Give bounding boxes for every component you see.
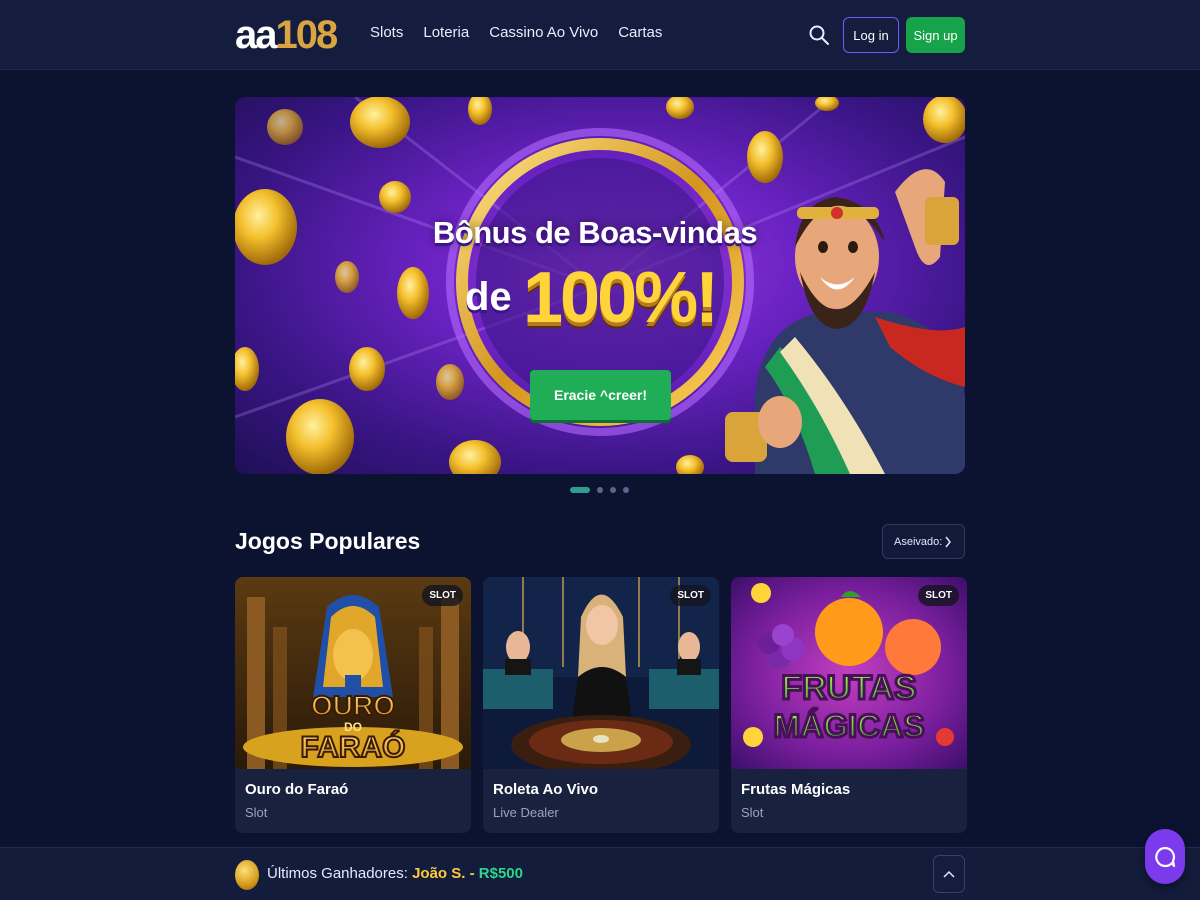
game-cards: OURO DO FARAÓ SLOT Ouro do Faraó Slot SL… bbox=[235, 577, 967, 833]
game-category: Slot bbox=[245, 805, 268, 820]
game-title: Ouro do Faraó bbox=[245, 781, 349, 798]
main-nav: Slots Loteria Cassino Ao Vivo Cartas bbox=[370, 24, 662, 41]
slot-badge: SLOT bbox=[918, 585, 959, 606]
game-title: Frutas Mágicas bbox=[741, 781, 851, 798]
art-text-farao: FARAÓ bbox=[301, 730, 406, 764]
game-card-ouro-do-farao[interactable]: OURO DO FARAÓ SLOT Ouro do Faraó Slot bbox=[235, 577, 471, 833]
nav-item-cassino-ao-vivo[interactable]: Cassino Ao Vivo bbox=[489, 24, 598, 41]
nav-item-loteria[interactable]: Loteria bbox=[423, 24, 469, 41]
art-text-frutas: FRUTAS bbox=[781, 669, 916, 707]
slot-badge: SLOT bbox=[422, 585, 463, 606]
winner-amount: R$500 bbox=[478, 865, 523, 882]
promo-banner[interactable]: Bônus de Boas-vindas de 100%! Eracie ^cr… bbox=[235, 97, 965, 474]
carousel-dot-2[interactable] bbox=[597, 487, 603, 493]
banner-title: Bônus de Boas-vindas bbox=[432, 215, 758, 250]
top-header: aa 108 Slots Loteria Cassino Ao Vivo Cart… bbox=[0, 0, 1200, 70]
coin-icon bbox=[235, 860, 259, 890]
winner-name: João S. bbox=[412, 865, 466, 882]
chat-icon bbox=[1155, 846, 1176, 867]
game-category: Slot bbox=[741, 805, 764, 820]
banner-percent: 100%! bbox=[523, 258, 719, 338]
see-all-label: Aseivado: bbox=[894, 535, 943, 548]
scroll-top-button[interactable] bbox=[933, 855, 965, 893]
game-category: Live Dealer bbox=[493, 805, 559, 820]
carousel-dot-1[interactable] bbox=[570, 487, 590, 493]
carousel-dot-3[interactable] bbox=[610, 487, 616, 493]
recent-winners-text: Últimos Ganhadores: João S. - R$500 bbox=[267, 865, 523, 882]
nav-item-cartas[interactable]: Cartas bbox=[618, 24, 662, 41]
slot-badge: SLOT bbox=[670, 585, 711, 606]
section-title-popular: Jogos Populares bbox=[235, 528, 421, 554]
banner-cta-button[interactable]: Eracie ^creer! bbox=[530, 370, 671, 420]
art-text-magicas: MÁGICAS bbox=[773, 708, 924, 744]
chat-button[interactable] bbox=[1145, 829, 1185, 884]
carousel-dots bbox=[570, 487, 629, 493]
logo-text-right: 108 bbox=[275, 12, 339, 57]
login-button[interactable]: Log in bbox=[843, 17, 899, 53]
chevron-up-icon bbox=[943, 870, 955, 878]
winner-separator: - bbox=[469, 865, 475, 882]
game-title: Roleta Ao Vivo bbox=[493, 781, 599, 798]
chevron-right-icon bbox=[945, 536, 951, 547]
winners-label: Últimos Ganhadores: bbox=[267, 865, 408, 882]
see-all-button[interactable]: Aseivado: bbox=[882, 524, 965, 559]
hero-character bbox=[725, 169, 965, 474]
banner-de-text: de bbox=[465, 275, 512, 319]
logo-text-left: aa bbox=[235, 12, 277, 57]
nav-item-slots[interactable]: Slots bbox=[370, 24, 403, 41]
game-card-frutas-magicas[interactable]: FRUTAS MÁGICAS SLOT Frutas Mágicas Slot bbox=[731, 577, 967, 833]
signup-button[interactable]: Sign up bbox=[906, 17, 965, 53]
recent-winners-bar: Últimos Ganhadores: João S. - R$500 bbox=[0, 847, 1200, 900]
art-text-ouro: OURO bbox=[311, 690, 395, 721]
search-icon[interactable] bbox=[808, 24, 830, 46]
carousel-dot-4[interactable] bbox=[623, 487, 629, 493]
game-card-roleta-ao-vivo[interactable]: SLOT Roleta Ao Vivo Live Dealer bbox=[483, 577, 719, 833]
brand-logo[interactable]: aa 108 bbox=[235, 12, 339, 57]
